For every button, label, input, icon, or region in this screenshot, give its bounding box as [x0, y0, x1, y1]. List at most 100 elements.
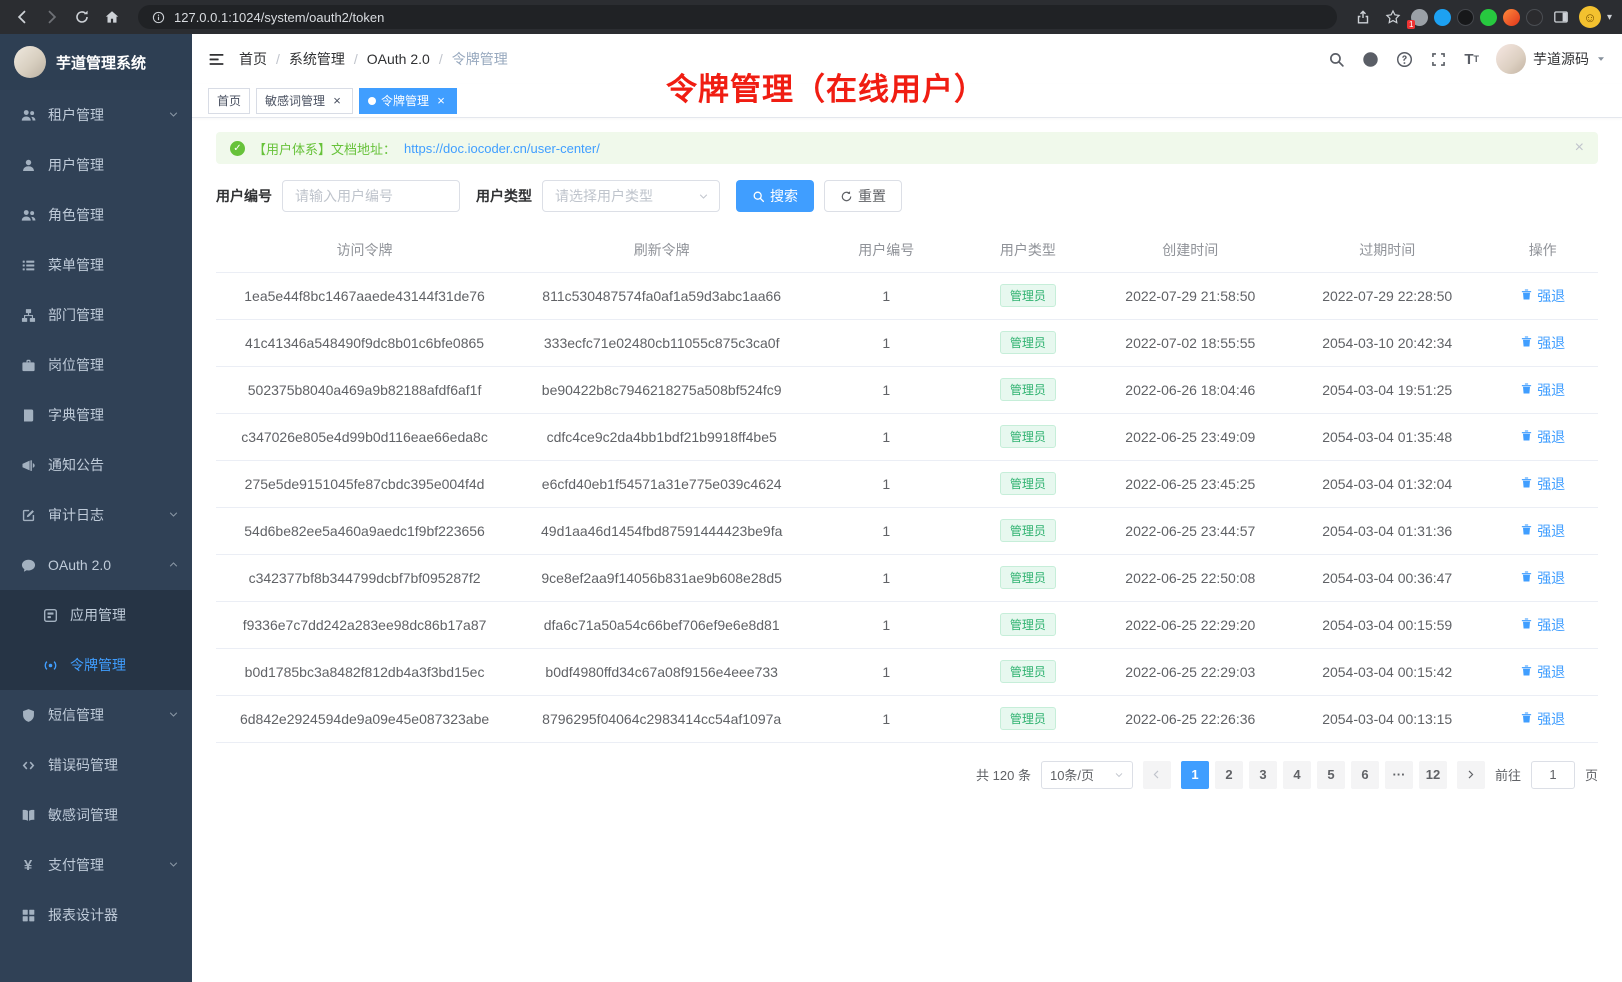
- user-type-cell: 管理员: [962, 460, 1093, 507]
- menu-fold-icon[interactable]: [208, 51, 225, 68]
- refresh-token-cell: be90422b8c7946218275a508bf524fc9: [513, 366, 810, 413]
- tab-close-icon[interactable]: ×: [434, 94, 448, 108]
- tab-close-icon[interactable]: ×: [330, 94, 344, 108]
- force-logout-button[interactable]: 强退: [1514, 426, 1571, 448]
- pager-page-5[interactable]: 5: [1317, 761, 1345, 789]
- force-logout-button[interactable]: 强退: [1514, 567, 1571, 589]
- reset-button[interactable]: 重置: [824, 180, 902, 212]
- pager-page-4[interactable]: 4: [1283, 761, 1311, 789]
- sidebar-item-15[interactable]: ¥支付管理: [0, 840, 192, 890]
- pager-page-2[interactable]: 2: [1215, 761, 1243, 789]
- chat-icon: [20, 557, 36, 573]
- sidebar-item-16[interactable]: 报表设计器: [0, 890, 192, 940]
- breadcrumb-item[interactable]: OAuth 2.0: [367, 51, 430, 67]
- page-content: ✓ 【用户体系】文档地址： https://doc.iocoder.cn/use…: [192, 118, 1622, 982]
- fullscreen-icon[interactable]: [1430, 51, 1447, 68]
- force-logout-button[interactable]: 强退: [1514, 520, 1571, 542]
- sidebar-item-5[interactable]: 岗位管理: [0, 340, 192, 390]
- table-row: c347026e805e4d99b0d116eae66eda8ccdfc4ce9…: [216, 413, 1598, 460]
- force-logout-button[interactable]: 强退: [1514, 332, 1571, 354]
- breadcrumb-item[interactable]: 首页: [239, 49, 267, 69]
- goto-unit-label: 页: [1585, 765, 1598, 784]
- github-icon[interactable]: [1362, 51, 1379, 68]
- search-button-icon: [752, 190, 765, 203]
- force-logout-button[interactable]: 强退: [1514, 473, 1571, 495]
- pager-page-3[interactable]: 3: [1249, 761, 1277, 789]
- extension-icon-1[interactable]: 1: [1411, 9, 1428, 26]
- user-type-select[interactable]: 请选择用户类型: [542, 180, 720, 212]
- sidebar-item-13[interactable]: 错误码管理: [0, 740, 192, 790]
- tab-2[interactable]: 令牌管理×: [359, 88, 457, 114]
- tab-0[interactable]: 首页: [208, 88, 250, 114]
- access-token-cell: f9336e7c7dd242a283ee98dc86b17a87: [216, 601, 513, 648]
- force-logout-button[interactable]: 强退: [1514, 285, 1571, 307]
- browser-menu-caret-icon[interactable]: ▾: [1607, 12, 1612, 23]
- pager-page-12[interactable]: 12: [1419, 761, 1447, 789]
- share-icon[interactable]: [1351, 5, 1375, 29]
- goto-page-input[interactable]: [1531, 761, 1575, 789]
- app-logo[interactable]: 芋道管理系统: [0, 34, 192, 90]
- user-type-cell: 管理员: [962, 272, 1093, 319]
- info-icon[interactable]: [150, 9, 166, 25]
- pager-page-1[interactable]: 1: [1181, 761, 1209, 789]
- sidebar-item-8[interactable]: 审计日志: [0, 490, 192, 540]
- created-time-cell: 2022-06-25 22:29:20: [1094, 601, 1287, 648]
- search-button[interactable]: 搜索: [736, 180, 814, 212]
- force-logout-button[interactable]: 强退: [1514, 379, 1571, 401]
- sidebar-item-11[interactable]: 令牌管理: [0, 640, 192, 690]
- bookmark-star-icon[interactable]: [1381, 5, 1405, 29]
- sidebar-item-3[interactable]: 菜单管理: [0, 240, 192, 290]
- extension-icon-4[interactable]: [1480, 9, 1497, 26]
- sidebar-item-14[interactable]: 敏感词管理: [0, 790, 192, 840]
- user-avatar: [1496, 44, 1526, 74]
- extension-icon-6[interactable]: [1526, 9, 1543, 26]
- prev-page-button[interactable]: [1143, 761, 1171, 789]
- pager-page-6[interactable]: 6: [1351, 761, 1379, 789]
- breadcrumb-item[interactable]: 系统管理: [289, 49, 345, 69]
- tab-1[interactable]: 敏感词管理×: [256, 88, 353, 114]
- next-page-button[interactable]: [1457, 761, 1485, 789]
- delete-icon: [1520, 664, 1533, 680]
- extension-icon-5[interactable]: [1503, 9, 1520, 26]
- column-header: 操作: [1487, 228, 1598, 272]
- browser-profile-avatar[interactable]: ☺: [1579, 6, 1601, 28]
- page-size-caret-icon: [1114, 770, 1124, 780]
- address-bar[interactable]: 127.0.0.1:1024/system/oauth2/token: [138, 5, 1337, 29]
- expire-time-cell: 2054-03-04 19:51:25: [1287, 366, 1487, 413]
- breadcrumb-separator: /: [354, 51, 358, 67]
- forward-icon[interactable]: [40, 5, 64, 29]
- sidebar-item-10[interactable]: 应用管理: [0, 590, 192, 640]
- side-panel-icon[interactable]: [1549, 5, 1573, 29]
- breadcrumb-item: 令牌管理: [452, 49, 508, 69]
- back-icon[interactable]: [10, 5, 34, 29]
- sidebar-item-2[interactable]: 角色管理: [0, 190, 192, 240]
- sidebar-item-12[interactable]: 短信管理: [0, 690, 192, 740]
- sidebar-item-6[interactable]: 字典管理: [0, 390, 192, 440]
- page-size-select[interactable]: 10条/页: [1041, 761, 1133, 789]
- pager-more-button[interactable]: ···: [1385, 761, 1413, 789]
- extension-icon-2[interactable]: [1434, 9, 1451, 26]
- megaphone-icon: [20, 457, 36, 473]
- sidebar-item-9[interactable]: OAuth 2.0: [0, 540, 192, 590]
- alert-close-icon[interactable]: ×: [1575, 139, 1584, 157]
- sidebar-item-4[interactable]: 部门管理: [0, 290, 192, 340]
- sidebar-item-0[interactable]: 租户管理: [0, 90, 192, 140]
- reload-icon[interactable]: [70, 5, 94, 29]
- sidebar-menu: 租户管理用户管理角色管理菜单管理部门管理岗位管理字典管理通知公告审计日志OAut…: [0, 90, 192, 940]
- font-size-icon[interactable]: TT: [1464, 51, 1479, 68]
- search-icon[interactable]: [1328, 51, 1345, 68]
- pager: 123456···12: [1181, 761, 1447, 789]
- sidebar-item-7[interactable]: 通知公告: [0, 440, 192, 490]
- force-logout-button[interactable]: 强退: [1514, 661, 1571, 683]
- force-logout-button[interactable]: 强退: [1514, 614, 1571, 636]
- user-dropdown[interactable]: 芋道源码: [1496, 44, 1606, 74]
- help-icon[interactable]: [1396, 51, 1413, 68]
- home-icon[interactable]: [100, 5, 124, 29]
- sidebar-item-1[interactable]: 用户管理: [0, 140, 192, 190]
- force-logout-button[interactable]: 强退: [1514, 708, 1571, 730]
- extension-icon-3[interactable]: [1457, 9, 1474, 26]
- user-id-input[interactable]: [282, 180, 460, 212]
- action-cell: 强退: [1487, 507, 1598, 554]
- alert-doc-link[interactable]: https://doc.iocoder.cn/user-center/: [404, 141, 600, 156]
- refresh-token-cell: 49d1aa46d1454fbd87591444423be9fa: [513, 507, 810, 554]
